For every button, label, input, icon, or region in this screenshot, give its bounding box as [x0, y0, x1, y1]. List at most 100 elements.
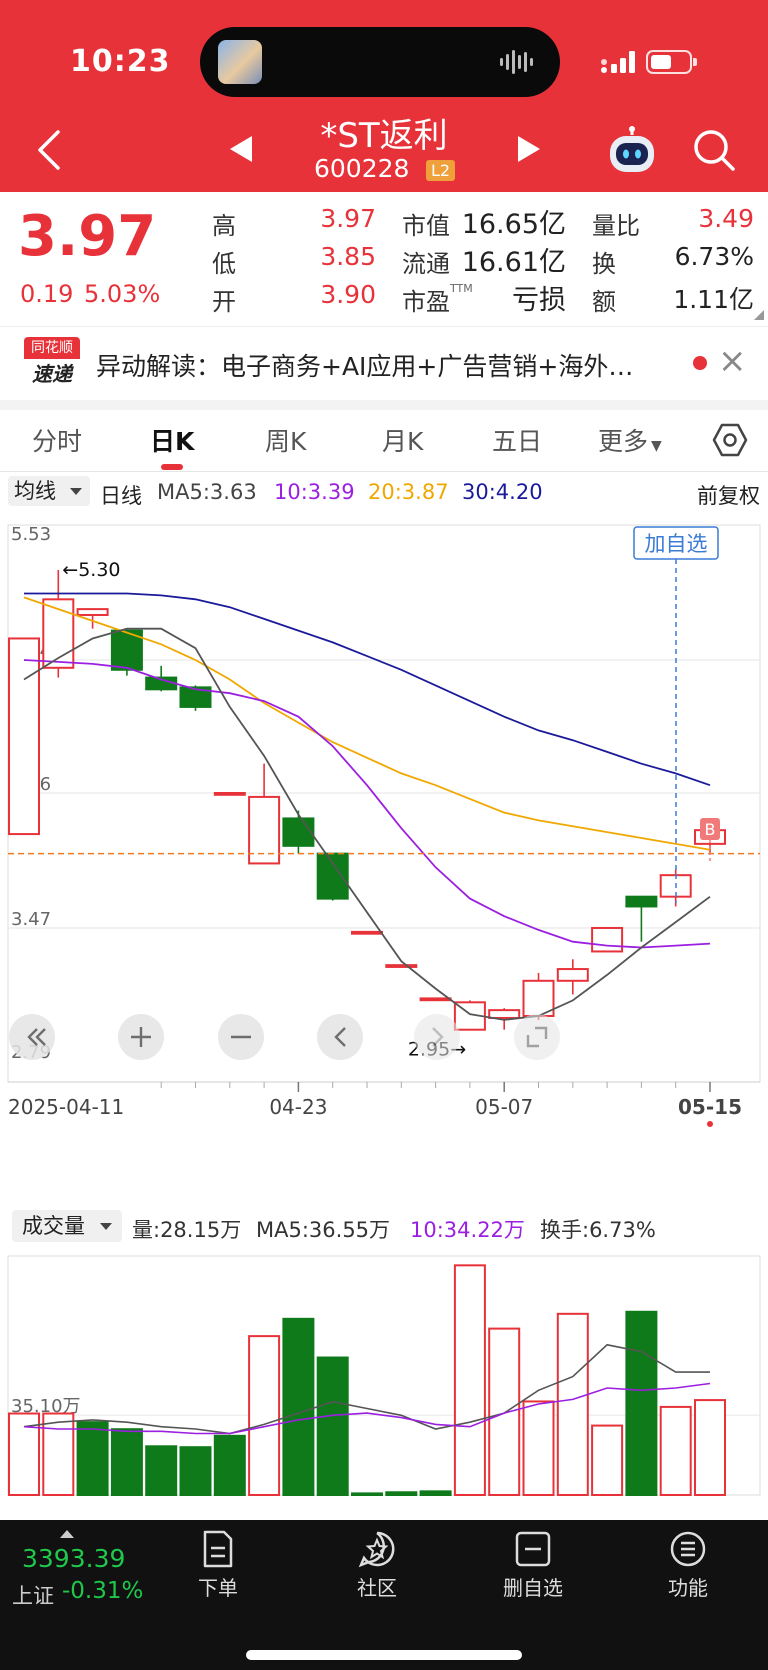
volume-bar: [213, 1434, 246, 1496]
index-name[interactable]: 上证: [12, 1580, 54, 1610]
ai-assistant-icon[interactable]: [606, 126, 658, 176]
volume-chart[interactable]: 35.10万: [0, 1246, 768, 1500]
tab-intraday[interactable]: 分时: [32, 422, 82, 458]
candle-body: [282, 817, 315, 847]
album-thumbnail[interactable]: [218, 40, 262, 84]
volume-bar: [179, 1446, 212, 1496]
back-button[interactable]: [32, 128, 68, 172]
volume-bar: [351, 1492, 383, 1496]
ma5-value: MA5:3.63: [157, 480, 257, 504]
volume-bar: [248, 1335, 281, 1496]
tab-weekly-k[interactable]: 周K: [265, 422, 306, 458]
tab-five-day[interactable]: 五日: [492, 422, 542, 458]
ma30-value: 30:4.20: [462, 480, 543, 504]
expand-corner-icon[interactable]: [754, 310, 764, 320]
ma5-line: [23, 627, 711, 1021]
step-right-icon[interactable]: [414, 1014, 460, 1060]
candle-body: [8, 637, 40, 836]
candle-body: [419, 997, 452, 1002]
candle-body: [591, 926, 624, 953]
next-stock-button[interactable]: [516, 134, 542, 164]
battery-icon: [646, 50, 697, 74]
volume-ma5: MA5:36.55万: [256, 1218, 391, 1242]
remove-icon: [515, 1531, 551, 1567]
volume-bar: [419, 1490, 452, 1496]
news-headline[interactable]: 异动解读：电子商务+AI应用+广告营销+海外…: [96, 347, 676, 383]
buy-marker-label: B: [705, 820, 716, 839]
tab-more[interactable]: 更多 ▼: [598, 422, 662, 458]
volume-bar: [76, 1421, 109, 1497]
community-label: 社区: [357, 1576, 397, 1600]
index-up-arrow-icon: [60, 1530, 74, 1538]
x-tick-label: 05-07: [475, 1095, 533, 1119]
volume-bar: [591, 1424, 624, 1496]
pe-label: 市盈TTM: [402, 282, 473, 316]
community-button[interactable]: 社区: [332, 1530, 422, 1601]
control-bg: [9, 1014, 55, 1060]
volume-bar: [385, 1491, 418, 1496]
zoom-out-icon[interactable]: [218, 1014, 264, 1060]
period-label: 日线: [100, 484, 142, 508]
volume-ma10: 10:34.22万: [410, 1218, 525, 1242]
remove-watch-button[interactable]: 删自选: [488, 1530, 578, 1601]
functions-label: 功能: [668, 1576, 708, 1600]
low-value: 3.85: [320, 242, 376, 271]
close-icon[interactable]: ×: [718, 341, 747, 381]
candle-body: [351, 930, 383, 935]
menu-icon: [670, 1531, 706, 1567]
l2-badge[interactable]: L2: [426, 160, 456, 181]
candle-body: [625, 895, 658, 908]
adjust-type[interactable]: 前复权: [697, 480, 760, 510]
index-value[interactable]: 3393.39: [22, 1544, 125, 1573]
x-tick-label: 2025-04-11: [8, 1095, 124, 1119]
volume-bar: [488, 1327, 521, 1496]
quote-panel: 3.97 0.19 5.03% 高 3.97 低 3.85 开 3.90 市值 …: [0, 192, 768, 326]
settings-icon[interactable]: [712, 422, 748, 458]
turnover-label: 换: [592, 250, 616, 278]
kline-chart[interactable]: 5.534.844.163.472.79 ←5.302.95→加自选B2025-…: [0, 508, 768, 1198]
zoom-in-icon[interactable]: [118, 1014, 164, 1060]
tab-monthly-k[interactable]: 月K: [382, 422, 423, 458]
stock-name: *ST返利: [320, 116, 448, 156]
fullscreen-icon[interactable]: [514, 1014, 560, 1060]
volume-bar: [145, 1445, 178, 1496]
mcap-label: 市值: [402, 212, 450, 240]
order-button[interactable]: 下单: [173, 1530, 263, 1601]
y-tick-label: 5.53: [11, 524, 51, 545]
x-tick-label: 05-15: [678, 1095, 742, 1119]
indicator-selector[interactable]: 均线: [8, 476, 90, 506]
order-icon: [203, 1530, 233, 1568]
volume-value: 量:28.15万: [132, 1218, 242, 1242]
functions-button[interactable]: 功能: [643, 1530, 733, 1601]
audio-wave-icon: [500, 50, 533, 74]
status-time: 10:23: [70, 44, 171, 79]
tab-daily-k[interactable]: 日K: [150, 422, 194, 458]
sub-indicator-selector[interactable]: 成交量: [12, 1210, 122, 1242]
add-watch-label: 加自选: [645, 532, 708, 556]
ma30-line: [24, 592, 711, 787]
scroll-left-icon[interactable]: [9, 1014, 55, 1060]
candle-body: [385, 964, 418, 968]
current-date-dot: [707, 1121, 713, 1127]
volume-legend: 成交量 量:28.15万 MA5:36.55万 10:34.22万 换手:6.7…: [0, 1206, 768, 1246]
search-icon[interactable]: [692, 128, 736, 172]
control-bg: [514, 1014, 560, 1060]
control-bg: [317, 1014, 363, 1060]
news-banner[interactable]: 同花顺 速递 异动解读：电子商务+AI应用+广告营销+海外… ×: [0, 326, 768, 400]
home-indicator[interactable]: [246, 1650, 522, 1660]
float-label: 流通: [402, 250, 450, 278]
float-value: 16.61亿: [461, 247, 566, 278]
candle-body: [316, 852, 349, 900]
low-label: 低: [212, 250, 236, 278]
last-price: 3.97: [18, 204, 157, 269]
stock-code: 600228: [314, 154, 410, 183]
volume-bar: [453, 1264, 486, 1496]
index-change-pct[interactable]: -0.31%: [62, 1578, 143, 1604]
turnover-value: 6.73%: [674, 242, 754, 271]
candle-body: [76, 608, 109, 616]
remove-watch-label: 删自选: [503, 1576, 563, 1600]
volume-bar: [556, 1312, 589, 1497]
step-left-icon[interactable]: [317, 1014, 363, 1060]
open-value: 3.90: [320, 280, 376, 309]
active-tab-indicator: [161, 464, 183, 470]
